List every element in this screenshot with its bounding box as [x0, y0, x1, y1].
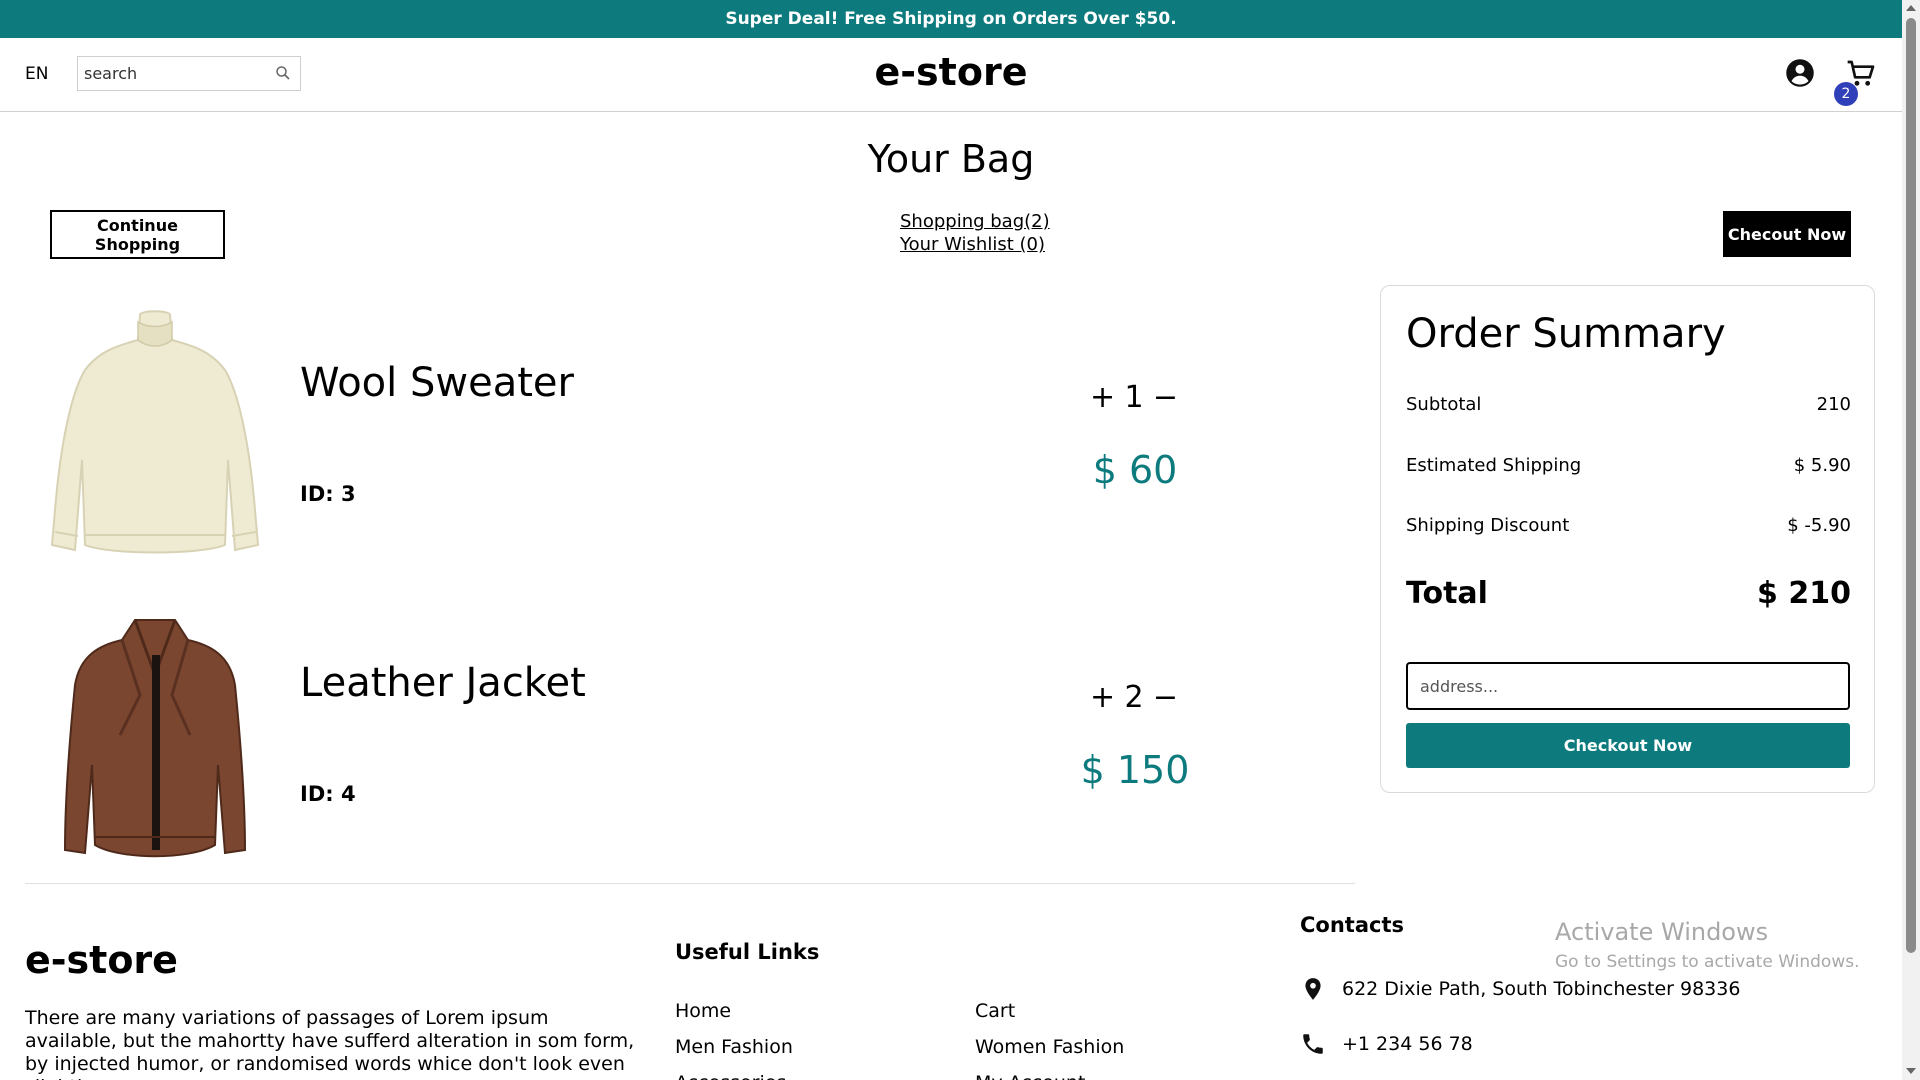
- subtotal-label: Subtotal: [1406, 394, 1482, 415]
- total-label: Total: [1406, 576, 1488, 611]
- divider: [25, 883, 1355, 884]
- windows-activation-watermark: Activate Windows Go to Settings to activ…: [1555, 918, 1860, 972]
- page-scrollbar[interactable]: [1902, 0, 1920, 1080]
- discount-label: Shipping Discount: [1406, 515, 1570, 536]
- cart-item: Wool Sweater ID: 3 + 1 − $ 60: [0, 300, 1350, 560]
- shipping-label: Estimated Shipping: [1406, 455, 1582, 476]
- checkout-now-top-button[interactable]: Checout Now: [1723, 211, 1851, 257]
- search-input[interactable]: [78, 57, 268, 90]
- order-summary: Order Summary Subtotal 210 Estimated Shi…: [1380, 285, 1875, 793]
- account-icon[interactable]: [1785, 58, 1815, 88]
- address-input[interactable]: [1406, 662, 1850, 710]
- search-box: [77, 56, 301, 91]
- decrease-quantity-button[interactable]: −: [1153, 380, 1178, 415]
- useful-links-title: Useful Links: [675, 940, 820, 964]
- watermark-subtitle: Go to Settings to activate Windows.: [1555, 952, 1860, 972]
- contact-phone: +1 234 56 78: [1300, 1031, 1473, 1057]
- navbar: EN e-store 2: [0, 38, 1902, 112]
- product-price: $ 60: [1092, 448, 1178, 492]
- shipping-value: $ 5.90: [1793, 455, 1851, 476]
- product-price: $ 150: [1080, 748, 1190, 792]
- total-row: Total $ 210: [1406, 576, 1851, 611]
- cart-count-badge: 2: [1834, 82, 1858, 106]
- footer-description: There are many variations of passages of…: [25, 1007, 635, 1080]
- product-id: ID: 3: [300, 482, 356, 506]
- increase-quantity-button[interactable]: +: [1090, 380, 1115, 415]
- scroll-down-arrow[interactable]: [1906, 1068, 1916, 1074]
- subtotal-row: Subtotal 210: [1406, 394, 1851, 415]
- subtotal-value: 210: [1816, 394, 1851, 415]
- quantity-value: 1: [1124, 380, 1144, 415]
- footer-link-cart[interactable]: Cart: [975, 1000, 1015, 1022]
- footer-link-accessories[interactable]: Accessories: [675, 1072, 786, 1080]
- scroll-thumb[interactable]: [1906, 18, 1916, 953]
- footer-link-women-fashion[interactable]: Women Fashion: [975, 1036, 1124, 1058]
- leather-jacket-image: [63, 619, 247, 858]
- bag-links: Shopping bag(2) Your Wishlist (0): [900, 210, 1050, 256]
- discount-value: $ -5.90: [1787, 515, 1851, 536]
- footer-link-home[interactable]: Home: [675, 1000, 731, 1022]
- product-id: ID: 4: [300, 782, 356, 806]
- footer-link-my-account[interactable]: My Account: [975, 1072, 1085, 1080]
- scroll-up-arrow[interactable]: [1906, 5, 1916, 11]
- search-icon[interactable]: [274, 64, 292, 82]
- page-title: Your Bag: [867, 137, 1035, 181]
- decrease-quantity-button[interactable]: −: [1153, 680, 1178, 715]
- discount-row: Shipping Discount $ -5.90: [1406, 515, 1851, 536]
- product-name: Wool Sweater: [300, 360, 574, 406]
- quantity-value: 2: [1124, 680, 1144, 715]
- wool-sweater-image: [50, 310, 260, 554]
- quantity-stepper: + 1 −: [1090, 380, 1178, 415]
- language-selector[interactable]: EN: [25, 64, 48, 84]
- footer-brand: e-store: [25, 938, 178, 982]
- promo-banner: Super Deal! Free Shipping on Orders Over…: [0, 0, 1902, 38]
- wishlist-link[interactable]: Your Wishlist (0): [900, 233, 1050, 256]
- order-summary-title: Order Summary: [1406, 311, 1726, 357]
- contacts-title: Contacts: [1300, 913, 1404, 937]
- contact-address-text: 622 Dixie Path, South Tobinchester 98336: [1342, 978, 1741, 1000]
- location-pin-icon: [1305, 978, 1321, 1000]
- phone-icon: [1303, 1034, 1323, 1054]
- quantity-stepper: + 2 −: [1090, 680, 1178, 715]
- contact-phone-text: +1 234 56 78: [1342, 1033, 1473, 1055]
- product-name: Leather Jacket: [300, 660, 586, 706]
- footer-link-men-fashion[interactable]: Men Fashion: [675, 1036, 793, 1058]
- contact-address: 622 Dixie Path, South Tobinchester 98336: [1300, 976, 1740, 1002]
- shopping-bag-link[interactable]: Shopping bag(2): [900, 210, 1050, 233]
- watermark-title: Activate Windows: [1555, 918, 1769, 946]
- total-value: $ 210: [1757, 576, 1851, 611]
- continue-shopping-button[interactable]: Continue Shopping: [50, 210, 225, 259]
- shipping-row: Estimated Shipping $ 5.90: [1406, 455, 1851, 476]
- brand-logo[interactable]: e-store: [875, 50, 1028, 94]
- checkout-now-button[interactable]: Checkout Now: [1406, 723, 1850, 768]
- increase-quantity-button[interactable]: +: [1090, 680, 1115, 715]
- cart-item: Leather Jacket ID: 4 + 2 − $ 150: [0, 600, 1350, 860]
